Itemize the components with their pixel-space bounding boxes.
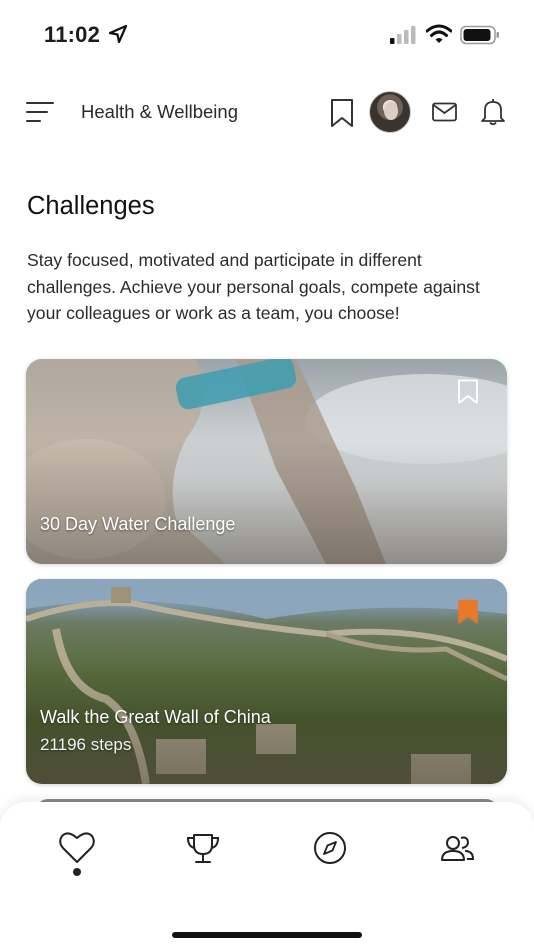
status-time: 11:02 [44,22,101,47]
bookmark-icon[interactable] [330,98,354,128]
trophy-icon[interactable] [183,828,223,868]
challenge-card-great-wall[interactable]: Walk the Great Wall of China 21196 steps [26,579,507,784]
battery-icon [460,25,499,45]
home-indicator [172,932,362,938]
challenge-title: Walk the Great Wall of China [40,707,271,727]
avatar-face [384,102,398,120]
bell-icon[interactable] [480,98,506,126]
challenge-title: 30 Day Water Challenge [40,514,236,534]
status-bar: 11:02 [0,0,534,64]
card-bookmark-filled-icon[interactable] [457,599,479,625]
app-header: Health & Wellbeing [0,88,534,138]
challenge-subtitle: 21196 steps [40,735,132,754]
heart-icon[interactable] [57,828,97,868]
signal-icon [390,26,416,44]
location-arrow-icon [108,24,128,44]
page-description: Stay focused, motivated and participate … [27,250,480,323]
challenge-card-water[interactable]: 30 Day Water Challenge [26,359,507,564]
menu-icon[interactable] [26,100,54,124]
people-icon[interactable] [437,828,477,868]
avatar[interactable] [369,91,411,133]
card-bookmark-icon[interactable] [457,379,479,405]
tab-bar [0,802,534,950]
page-title: Challenges [27,192,155,220]
active-tab-indicator [73,868,81,876]
header-title: Health & Wellbeing [81,101,238,122]
wifi-icon [426,24,452,43]
compass-icon[interactable] [310,828,350,868]
mail-icon[interactable] [432,102,457,122]
